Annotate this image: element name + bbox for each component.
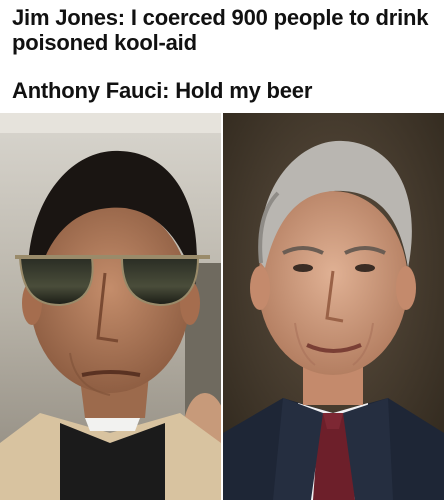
meme-container: Jim Jones: I coerced 900 people to drink… <box>0 0 444 500</box>
fauci-photo <box>223 113 444 500</box>
caption-fauci: Anthony Fauci: Hold my beer <box>12 78 313 103</box>
caption-jim-jones: Jim Jones: I coerced 900 people to drink… <box>12 5 429 55</box>
jim-jones-photo <box>0 113 221 500</box>
